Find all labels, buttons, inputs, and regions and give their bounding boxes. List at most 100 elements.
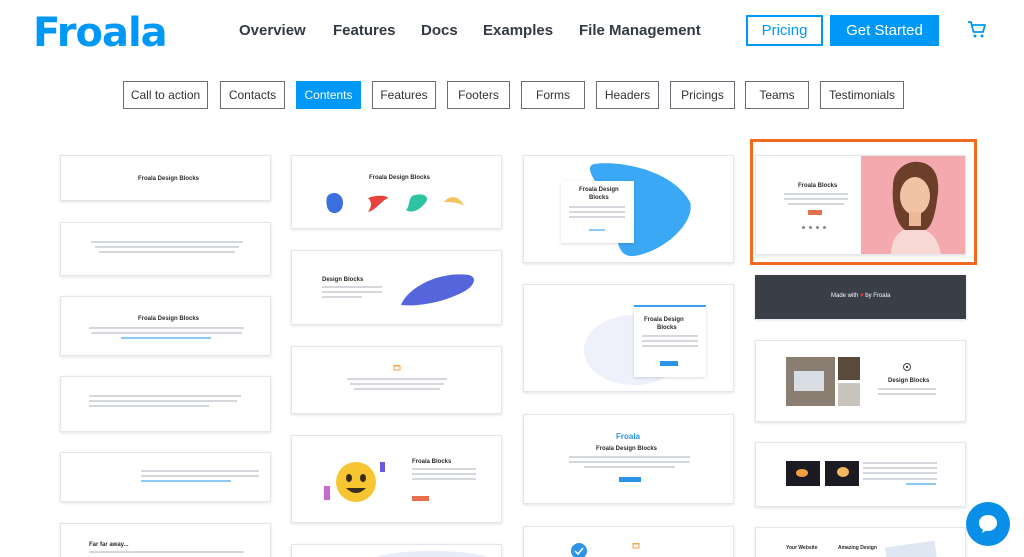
- tab-forms[interactable]: Forms: [521, 81, 585, 109]
- nav-link-features[interactable]: Features: [333, 22, 396, 39]
- text-line: [642, 340, 698, 342]
- text-link: [906, 483, 936, 485]
- card-title: Amazing Design: [838, 545, 877, 551]
- block-card[interactable]: Froala Design Blocks: [60, 296, 271, 356]
- card-cta-button: [619, 477, 641, 482]
- text-line: [91, 332, 242, 334]
- tab-teams[interactable]: Teams: [745, 81, 809, 109]
- heart-icon: ♥: [860, 293, 864, 299]
- card-logo: Froala: [616, 432, 641, 441]
- text-line: [412, 468, 476, 470]
- block-card[interactable]: Froala Design Blocks: [60, 155, 271, 201]
- text-line: [347, 378, 447, 380]
- block-card[interactable]: Design Blocks: [755, 340, 966, 422]
- tab-contacts[interactable]: Contacts: [220, 81, 285, 109]
- card-title: Froala Blocks: [412, 459, 452, 465]
- froala-logo[interactable]: Froala: [33, 10, 168, 56]
- text-line: [642, 335, 698, 337]
- card-title: Froala Design Blocks: [138, 316, 200, 322]
- sparkler-photo: [786, 461, 820, 486]
- text-line: [322, 286, 382, 288]
- coffee-photo: [838, 357, 860, 380]
- gift-icon: [393, 365, 401, 371]
- workspace-photo: [786, 357, 835, 406]
- tab-call-to-action[interactable]: Call to action: [123, 81, 208, 109]
- text-line: [89, 400, 237, 402]
- device-illustration: [884, 540, 938, 557]
- block-card[interactable]: Froala Blocks: [291, 435, 502, 523]
- block-card[interactable]: [60, 376, 271, 432]
- tab-features[interactable]: Features: [372, 81, 436, 109]
- block-card[interactable]: [60, 222, 271, 276]
- text-line: [569, 206, 625, 208]
- tab-testimonials[interactable]: Testimonials: [820, 81, 904, 109]
- gift-icon: [632, 543, 640, 549]
- text-line: [89, 551, 244, 553]
- chat-bubble-icon: [979, 515, 997, 533]
- block-card[interactable]: Far far away...: [60, 523, 271, 557]
- shopping-cart-icon[interactable]: [967, 19, 987, 39]
- text-line: [569, 456, 690, 458]
- block-card[interactable]: Design Blocks: [291, 250, 502, 325]
- text-line: [141, 475, 259, 477]
- card-title: Blocks: [589, 195, 609, 201]
- nav-link-examples[interactable]: Examples: [483, 22, 553, 39]
- card-title: Blocks: [657, 325, 677, 331]
- text-line: [878, 388, 936, 390]
- text-line: [863, 478, 937, 480]
- tab-headers[interactable]: Headers: [596, 81, 659, 109]
- block-card[interactable]: Your Website Amazing Design: [755, 527, 966, 557]
- tab-footers[interactable]: Footers: [447, 81, 510, 109]
- card-cta-button: [412, 496, 429, 501]
- text-link: [121, 337, 211, 339]
- text-line: [95, 246, 239, 248]
- card-title: Froala Design: [644, 317, 684, 323]
- block-card[interactable]: Froala Design Blocks: [291, 155, 502, 229]
- text-line: [322, 291, 382, 293]
- block-card-dark[interactable]: Made with ♥ by Froala: [755, 275, 966, 319]
- text-line: [584, 466, 675, 468]
- card-title: Your Website: [786, 545, 818, 551]
- tab-pricings[interactable]: Pricings: [670, 81, 735, 109]
- card-title: Froala Design Blocks: [138, 176, 200, 182]
- text-line: [863, 467, 937, 469]
- card-title: Froala Design Blocks: [369, 175, 431, 181]
- block-card[interactable]: Froala Design Blocks: [523, 284, 734, 392]
- text-line: [863, 472, 937, 474]
- text-line: [642, 345, 698, 347]
- card-cta-button: [660, 361, 678, 366]
- block-card[interactable]: Froala Design Blocks: [523, 155, 734, 263]
- block-card[interactable]: Froala Froala Design Blocks: [523, 414, 734, 504]
- chat-widget-button[interactable]: [966, 502, 1010, 546]
- block-card[interactable]: [291, 346, 502, 414]
- block-card[interactable]: [523, 526, 734, 557]
- nav-link-docs[interactable]: Docs: [421, 22, 458, 39]
- get-started-button[interactable]: Get Started: [830, 15, 939, 46]
- content-panel: Froala Design Blocks: [634, 305, 706, 377]
- block-card[interactable]: [291, 544, 502, 557]
- desk-photo: [838, 383, 860, 406]
- nav-link-file-management[interactable]: File Management: [579, 22, 701, 39]
- nav-link-overview[interactable]: Overview: [239, 22, 306, 39]
- text-line: [569, 216, 625, 218]
- made-with-text: Made with ♥ by Froala: [831, 293, 891, 299]
- text-line: [354, 388, 440, 390]
- text-line: [412, 473, 476, 475]
- sparkler-photo: [825, 461, 859, 486]
- text-line: [569, 211, 625, 213]
- selected-block-highlight: [750, 139, 977, 265]
- blob-shapes-illustration: [326, 192, 464, 214]
- card-title: Design Blocks: [322, 277, 364, 283]
- text-line: [350, 383, 444, 385]
- block-card[interactable]: [755, 442, 966, 507]
- emoji-illustration: [324, 462, 385, 502]
- pricing-button[interactable]: Pricing: [746, 15, 823, 46]
- text-line: [412, 478, 476, 480]
- text-line: [322, 296, 362, 298]
- tab-contents[interactable]: Contents: [296, 81, 361, 109]
- blob-illustration: [401, 274, 474, 306]
- text-link: [589, 229, 605, 231]
- card-title: Froala Design Blocks: [596, 446, 658, 452]
- text-line: [878, 393, 936, 395]
- block-card[interactable]: [60, 452, 271, 502]
